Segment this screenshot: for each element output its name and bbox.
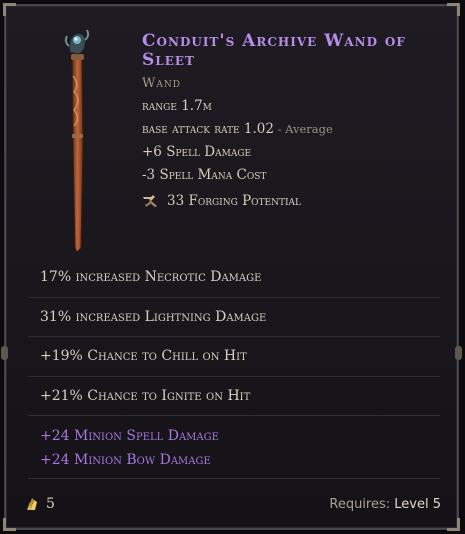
forging-potential: 33 Forging Potential <box>142 193 452 209</box>
stat-label: base attack rate 1.02 <box>142 121 274 137</box>
affix-list: 17% increased Necrotic Damage 31% increa… <box>28 258 440 479</box>
affix-line: +19% Chance to Chill on Hit <box>28 336 440 376</box>
affix-line: +21% Chance to Ignite on Hit <box>28 375 440 416</box>
frame-gem <box>1 346 8 360</box>
item-header: Conduit's Archive Wand of Sleet Wand ran… <box>142 31 452 210</box>
frame-gem <box>455 346 462 360</box>
stat-qualifier: - Average <box>273 122 333 136</box>
shard-count: 5 <box>24 496 55 512</box>
stat-label: +6 Spell Damage <box>142 144 252 160</box>
hammer-icon <box>143 195 157 207</box>
corner-ornament <box>3 3 16 16</box>
shard-count-value: 5 <box>46 496 55 512</box>
implicit-block: +24 Minion Spell Damage +24 Minion Bow D… <box>28 415 440 479</box>
corner-ornament <box>447 3 460 16</box>
stat-label: -3 Spell Mana Cost <box>142 167 267 183</box>
stat-attack-rate: base attack rate 1.02 - Average <box>142 121 452 137</box>
wand-icon <box>64 29 90 253</box>
item-tooltip: Conduit's Archive Wand of Sleet Wand ran… <box>1 3 462 531</box>
stat-range: range 1.7m <box>142 98 452 114</box>
stat-spell-mana-cost: -3 Spell Mana Cost <box>142 167 452 183</box>
corner-ornament <box>447 518 460 531</box>
item-name: Conduit's Archive Wand of Sleet <box>142 31 406 70</box>
requires-label: Requires: <box>329 496 395 512</box>
corner-ornament <box>3 518 16 531</box>
requires-level: Level 5 <box>394 496 441 512</box>
affix-line: 17% increased Necrotic Damage <box>40 269 262 286</box>
tooltip-footer: 5 Requires: Level 5 <box>24 492 441 516</box>
level-requirement: Requires: Level 5 <box>329 497 441 512</box>
stat-spell-damage: +6 Spell Damage <box>142 144 452 160</box>
stat-label: range 1.7m <box>142 98 212 114</box>
forging-potential-label: 33 Forging Potential <box>167 193 302 209</box>
item-type: Wand <box>142 76 181 91</box>
affix-line: 31% increased Lightning Damage <box>28 296 440 337</box>
implicit-line: +24 Minion Spell Damage <box>40 428 219 444</box>
shard-icon <box>27 498 37 510</box>
implicit-line: +24 Minion Bow Damage <box>40 452 211 468</box>
